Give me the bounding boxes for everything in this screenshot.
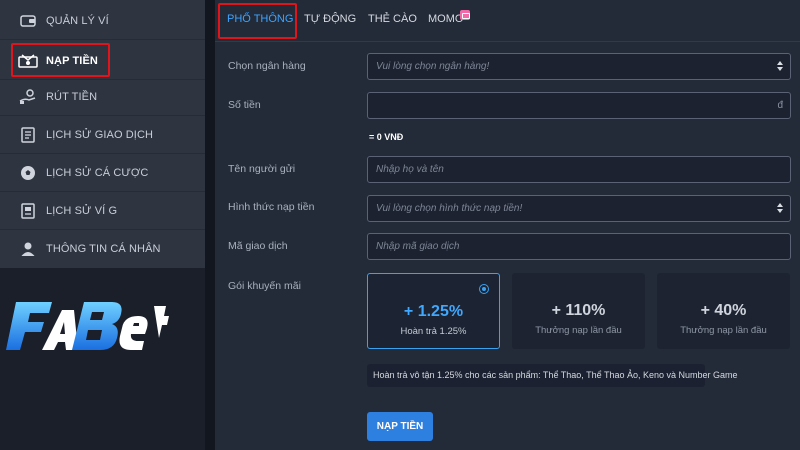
deposit-tabs: PHỔ THÔNG TỰ ĐỘNG THẺ CÀO MOMO xyxy=(215,0,800,42)
sidebar-item-label: LỊCH SỬ VÍ G xyxy=(46,204,118,217)
promo-value: + 1.25% xyxy=(403,303,464,320)
txn-label: Mã giao dịch xyxy=(228,240,288,252)
sidebar-item-transaction-history[interactable]: LỊCH SỬ GIAO DỊCH xyxy=(0,116,205,154)
promo-desc: Hoàn trả 1.25% xyxy=(400,326,467,337)
user-icon xyxy=(18,239,38,259)
deposit-submit-button[interactable]: NẠP TIỀN xyxy=(367,412,433,441)
wallet-history-icon xyxy=(18,201,38,221)
sidebar-item-label: THÔNG TIN CÁ NHÂN xyxy=(46,243,161,255)
bank-label: Chọn ngân hàng xyxy=(228,60,306,72)
select-arrows-icon xyxy=(777,202,783,215)
amount-label: Số tiền xyxy=(228,99,261,111)
wallet-icon xyxy=(18,11,38,31)
method-placeholder: Vui lòng chọn hình thức nạp tiền! xyxy=(376,203,523,214)
amount-input[interactable]: đ xyxy=(367,92,791,119)
sidebar: QUẢN LÝ VÍ NẠP TIỀN RÚT TIỀN LỊCH SỬ GIA… xyxy=(0,0,205,268)
withdraw-icon xyxy=(18,87,38,107)
promo-option-3[interactable]: + 40% Thưởng nạp lần đầu xyxy=(657,273,790,349)
sender-placeholder: Nhập họ và tên xyxy=(376,164,444,175)
amount-converted: = 0 VNĐ xyxy=(369,132,404,142)
promo-value: + 110% xyxy=(551,302,606,319)
select-arrows-icon xyxy=(777,60,783,73)
sidebar-item-withdraw[interactable]: RÚT TIỀN xyxy=(0,78,205,116)
txn-placeholder: Nhập mã giao dịch xyxy=(376,241,460,252)
tab-tu-dong[interactable]: TỰ ĐỘNG xyxy=(304,13,356,25)
tab-the-cao[interactable]: THẺ CÀO xyxy=(368,13,417,25)
promo-label: Gói khuyến mãi xyxy=(228,280,301,292)
active-tab-highlight xyxy=(218,3,297,39)
active-item-highlight xyxy=(11,43,110,77)
sidebar-item-profile[interactable]: THÔNG TIN CÁ NHÂN xyxy=(0,230,205,268)
sidebar-item-label: LỊCH SỬ GIAO DỊCH xyxy=(46,128,154,141)
sidebar-item-label: QUẢN LÝ VÍ xyxy=(46,14,109,27)
sidebar-item-bet-history[interactable]: LỊCH SỬ CÁ CƯỢC xyxy=(0,154,205,192)
promo-info-text: Hoàn trả vô tận 1.25% cho các sản phẩm: … xyxy=(373,370,738,380)
bank-placeholder: Vui lòng chọn ngân hàng! xyxy=(376,61,490,72)
fabet-logo xyxy=(6,302,169,350)
method-select[interactable]: Vui lòng chọn hình thức nạp tiền! xyxy=(367,195,791,222)
currency-symbol: đ xyxy=(777,100,783,111)
promo-desc: Thưởng nạp lần đầu xyxy=(680,325,767,336)
promo-info-tooltip: Hoàn trả vô tận 1.25% cho các sản phẩm: … xyxy=(367,364,738,387)
bank-select[interactable]: Vui lòng chọn ngân hàng! xyxy=(367,53,791,80)
promo-value: + 40% xyxy=(700,302,747,319)
sender-name-input[interactable]: Nhập họ và tên xyxy=(367,156,791,183)
radio-selected-icon xyxy=(479,284,489,294)
sidebar-item-label: RÚT TIỀN xyxy=(46,90,98,103)
promo-desc: Thưởng nạp lần đầu xyxy=(535,325,622,336)
panel-divider xyxy=(205,0,215,450)
promo-option-2[interactable]: + 110% Thưởng nạp lần đầu xyxy=(512,273,645,349)
sidebar-item-wallet[interactable]: QUẢN LÝ VÍ xyxy=(0,2,205,40)
sender-label: Tên người gửi xyxy=(228,163,296,175)
transaction-history-icon xyxy=(18,125,38,145)
tab-momo[interactable]: MOMO xyxy=(428,13,463,25)
promo-option-1[interactable]: + 1.25% Hoàn trả 1.25% xyxy=(367,273,500,349)
method-label: Hình thức nạp tiền xyxy=(228,201,315,213)
txn-code-input[interactable]: Nhập mã giao dịch xyxy=(367,233,791,260)
sidebar-item-label: LỊCH SỬ CÁ CƯỢC xyxy=(46,166,149,179)
sidebar-item-wallet-history[interactable]: LỊCH SỬ VÍ G xyxy=(0,192,205,230)
soccer-ball-icon xyxy=(18,163,38,183)
momo-badge-icon xyxy=(460,10,470,20)
